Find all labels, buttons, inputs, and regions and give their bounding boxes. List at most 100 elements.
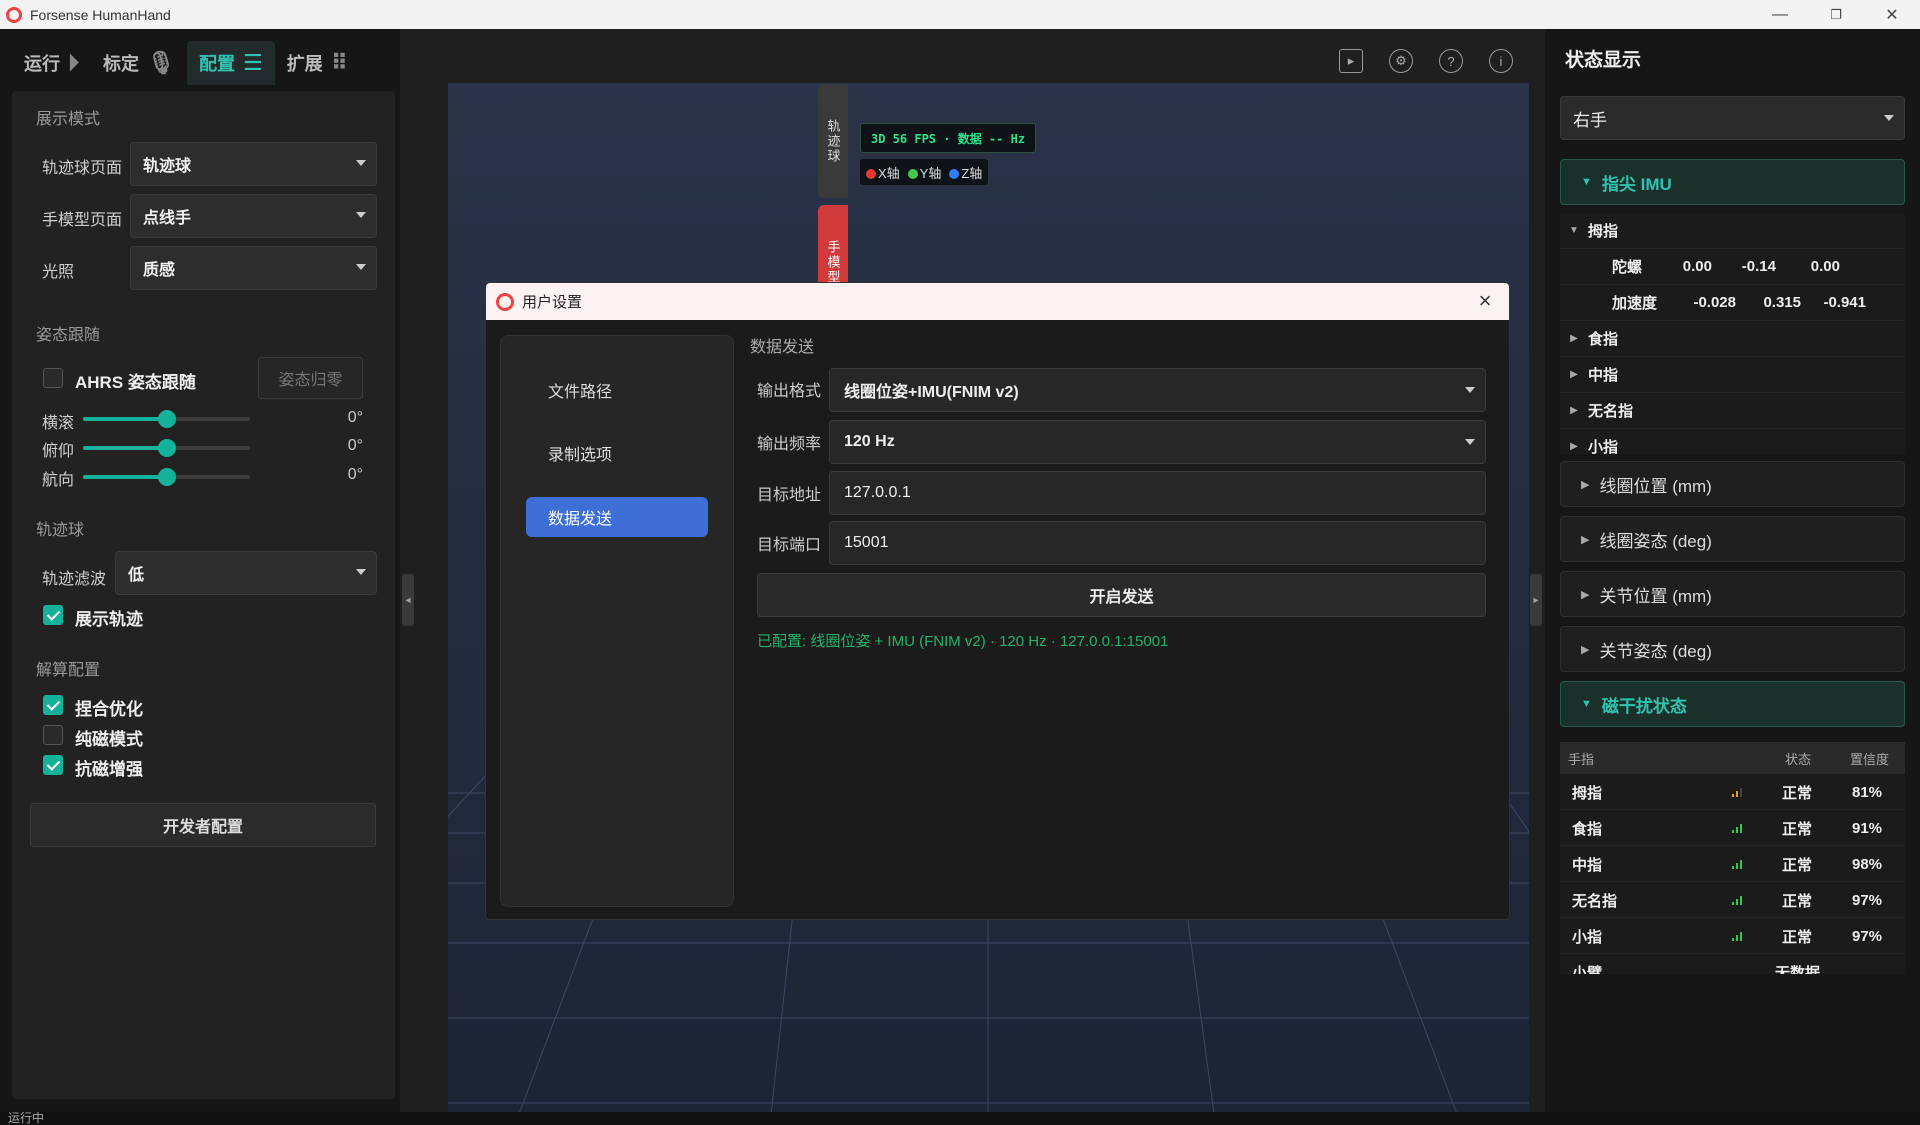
ahrs-checkbox[interactable] xyxy=(43,368,63,388)
yaw-value: 0° xyxy=(347,466,363,483)
row-finger: 小指 xyxy=(1572,928,1603,946)
show-trail-checkbox[interactable] xyxy=(43,605,63,625)
middle-label: 中指 xyxy=(1588,367,1619,384)
roll-slider-knob[interactable] xyxy=(158,410,176,428)
chevron-right-icon: ▶ xyxy=(1581,478,1590,491)
pose-reset-button[interactable]: 姿态归零 xyxy=(258,357,363,399)
chevron-down-icon xyxy=(1884,115,1894,121)
restore-button[interactable]: ❐ xyxy=(1808,0,1864,29)
settings-icon[interactable]: ⚙ xyxy=(1389,49,1413,73)
pitch-label: 俯仰 xyxy=(42,443,75,460)
tab-config[interactable]: 配置 ☰ xyxy=(186,41,275,85)
mic-icon: 🎙 xyxy=(147,50,175,75)
tree-row-middle[interactable]: ▶ 中指 xyxy=(1560,357,1905,393)
z-axis-legend: Z轴 xyxy=(949,163,982,182)
target-port-input[interactable]: 15001 xyxy=(829,521,1486,565)
nav-recording-options[interactable]: 录制选项 xyxy=(526,433,708,473)
table-row: 中指 正常 98% xyxy=(1560,846,1905,882)
row-confidence: 97% xyxy=(1852,891,1883,909)
yaw-slider-fill xyxy=(83,475,167,479)
nav-file-path[interactable]: 文件路径 xyxy=(526,370,708,410)
accel-z: -0.941 xyxy=(1823,294,1866,311)
left-panel: 运行 ⏵ 标定 🎙 配置 ☰ 扩展 ⠿ 展示模式 轨迹球页面 轨迹球 手模型页面… xyxy=(0,29,400,1112)
chevron-right-icon: ▶ xyxy=(1570,441,1578,452)
anti-magnetic-checkbox[interactable] xyxy=(43,755,63,775)
developer-config-button[interactable]: 开发者配置 xyxy=(30,803,376,847)
section-joint-position[interactable]: ▶ 关节位置 (mm) xyxy=(1560,571,1905,617)
nav-data-send[interactable]: 数据发送 xyxy=(526,497,708,537)
section-magnetic-interference[interactable]: ▼ 磁干扰状态 xyxy=(1560,681,1905,727)
tree-row-index[interactable]: ▶ 食指 xyxy=(1560,321,1905,357)
trackball-page-select[interactable]: 轨迹球 xyxy=(130,142,377,186)
hand-model-page-label: 手模型页面 xyxy=(42,212,123,229)
joint-attitude-label: 关节姿态 (deg) xyxy=(1599,641,1712,661)
collapse-right-handle[interactable]: ▸ xyxy=(1530,574,1542,626)
pitch-slider[interactable] xyxy=(83,439,250,457)
info-icon[interactable]: i xyxy=(1489,49,1513,73)
target-address-input[interactable]: 127.0.0.1 xyxy=(829,471,1486,515)
roll-label: 横滚 xyxy=(42,415,75,432)
side-tab-trackball[interactable]: 轨迹球 xyxy=(818,84,848,198)
tab-calibrate[interactable]: 标定 🎙 xyxy=(91,41,187,85)
dialog-titlebar: 用户设置 × xyxy=(486,283,1509,320)
screen-record-icon[interactable]: ▸ xyxy=(1339,49,1363,73)
output-format-select[interactable]: 线圈位姿+IMU(FNIM v2) xyxy=(829,368,1486,412)
lighting-value: 质感 xyxy=(143,262,176,279)
lighting-select[interactable]: 质感 xyxy=(130,246,377,290)
tree-row-thumb[interactable]: ▼ 拇指 xyxy=(1560,213,1905,249)
gyro-label: 陀螺 xyxy=(1612,259,1643,276)
pure-magnetic-checkbox[interactable] xyxy=(43,725,63,745)
row-status: 正常 xyxy=(1782,856,1813,874)
collapse-left-handle[interactable]: ◂ xyxy=(402,574,414,626)
close-window-button[interactable]: ✕ xyxy=(1864,0,1920,29)
yaw-slider[interactable] xyxy=(83,468,250,486)
signal-bars-icon xyxy=(1732,860,1742,869)
output-rate-select[interactable]: 120 Hz xyxy=(829,420,1486,464)
section-coil-attitude[interactable]: ▶ 线圈姿态 (deg) xyxy=(1560,516,1905,562)
row-status: 正常 xyxy=(1782,892,1813,910)
row-finger: 小臂 xyxy=(1572,964,1603,975)
pitch-slider-knob[interactable] xyxy=(158,439,176,457)
section-coil-position[interactable]: ▶ 线圈位置 (mm) xyxy=(1560,461,1905,507)
pinch-optimize-checkbox[interactable] xyxy=(43,695,63,715)
trackball-page-value: 轨迹球 xyxy=(143,158,192,175)
coil-position-label: 线圈位置 (mm) xyxy=(1599,476,1712,496)
tree-row-ring[interactable]: ▶ 无名指 xyxy=(1560,393,1905,429)
status-bar: 运行中 xyxy=(0,1112,1920,1125)
roll-slider[interactable] xyxy=(83,410,250,428)
help-icon[interactable]: ? xyxy=(1439,49,1463,73)
row-confidence: 81% xyxy=(1852,783,1883,801)
row-finger: 无名指 xyxy=(1572,892,1618,910)
tree-row-little[interactable]: ▶ 小指 xyxy=(1560,429,1905,454)
tab-extend[interactable]: 扩展 ⠿ xyxy=(275,41,360,85)
section-joint-attitude[interactable]: ▶ 关节姿态 (deg) xyxy=(1560,626,1905,672)
trail-filter-label: 轨迹滤波 xyxy=(42,571,107,588)
coil-attitude-label: 线圈姿态 (deg) xyxy=(1599,531,1712,551)
gyro-x: 0.00 xyxy=(1682,258,1712,275)
tab-run[interactable]: 运行 ⏵ xyxy=(12,41,91,85)
tree-row-gyro: 陀螺 0.00 -0.14 0.00 xyxy=(1560,249,1905,285)
chevron-down-icon xyxy=(356,160,366,166)
data-send-heading: 数据发送 xyxy=(750,339,815,356)
roll-value: 0° xyxy=(347,409,363,426)
anti-magnetic-label: 抗磁增强 xyxy=(75,760,143,779)
accel-x: -0.028 xyxy=(1693,294,1736,311)
hand-model-page-select[interactable]: 点线手 xyxy=(130,194,377,238)
hand-select[interactable]: 右手 xyxy=(1560,96,1905,140)
hand-model-page-value: 点线手 xyxy=(143,210,192,227)
z-axis-label: Z轴 xyxy=(961,165,983,181)
joint-position-label: 关节位置 (mm) xyxy=(1599,586,1712,606)
yaw-slider-knob[interactable] xyxy=(158,468,176,486)
x-axis-label: X轴 xyxy=(878,165,900,181)
trail-filter-select[interactable]: 低 xyxy=(115,551,377,595)
apps-grid-icon: ⠿ xyxy=(330,50,348,75)
section-fingertip-imu[interactable]: ▼ 指尖 IMU xyxy=(1560,159,1905,205)
start-send-button[interactable]: 开启发送 xyxy=(757,573,1486,617)
chevron-right-icon: ▶ xyxy=(1570,405,1578,416)
chevron-down-icon xyxy=(356,569,366,575)
section-pose-follow: 姿态跟随 xyxy=(36,327,101,344)
signal-bars-icon xyxy=(1732,788,1742,797)
minimize-button[interactable]: — xyxy=(1752,0,1808,29)
close-icon[interactable]: × xyxy=(1473,289,1497,313)
trail-filter-value: 低 xyxy=(128,567,145,584)
